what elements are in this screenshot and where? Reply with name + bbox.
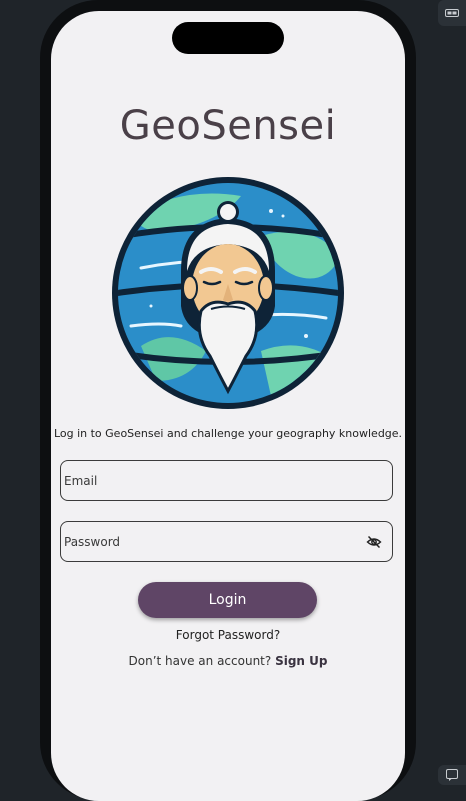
login-button[interactable]: Login xyxy=(138,582,317,618)
password-input[interactable] xyxy=(61,522,392,561)
no-account-text: Don’t have an account? xyxy=(128,654,272,668)
forgot-password-link[interactable]: Forgot Password? xyxy=(51,628,405,642)
email-input[interactable] xyxy=(61,461,392,500)
comment-icon xyxy=(446,769,458,781)
password-field[interactable] xyxy=(60,521,393,562)
login-subtitle: Log in to GeoSensei and challenge your g… xyxy=(53,427,403,440)
eye-off-icon[interactable] xyxy=(366,534,382,550)
signup-prompt: Don’t have an account? Sign Up xyxy=(51,654,405,668)
side-panel-tab-bottom[interactable] xyxy=(438,765,466,785)
login-screen: GeoSensei Log in to GeoSensei and challe… xyxy=(51,11,405,801)
panel-toggle-icon xyxy=(445,9,459,17)
email-field[interactable] xyxy=(60,460,393,501)
dynamic-island xyxy=(172,22,284,54)
app-title: GeoSensei xyxy=(119,103,337,149)
phone-frame: GeoSensei Log in to GeoSensei and challe… xyxy=(40,0,416,801)
signup-link[interactable]: Sign Up xyxy=(275,654,327,668)
sensei-globe-logo xyxy=(112,177,344,409)
side-panel-tab-top[interactable] xyxy=(438,0,466,26)
